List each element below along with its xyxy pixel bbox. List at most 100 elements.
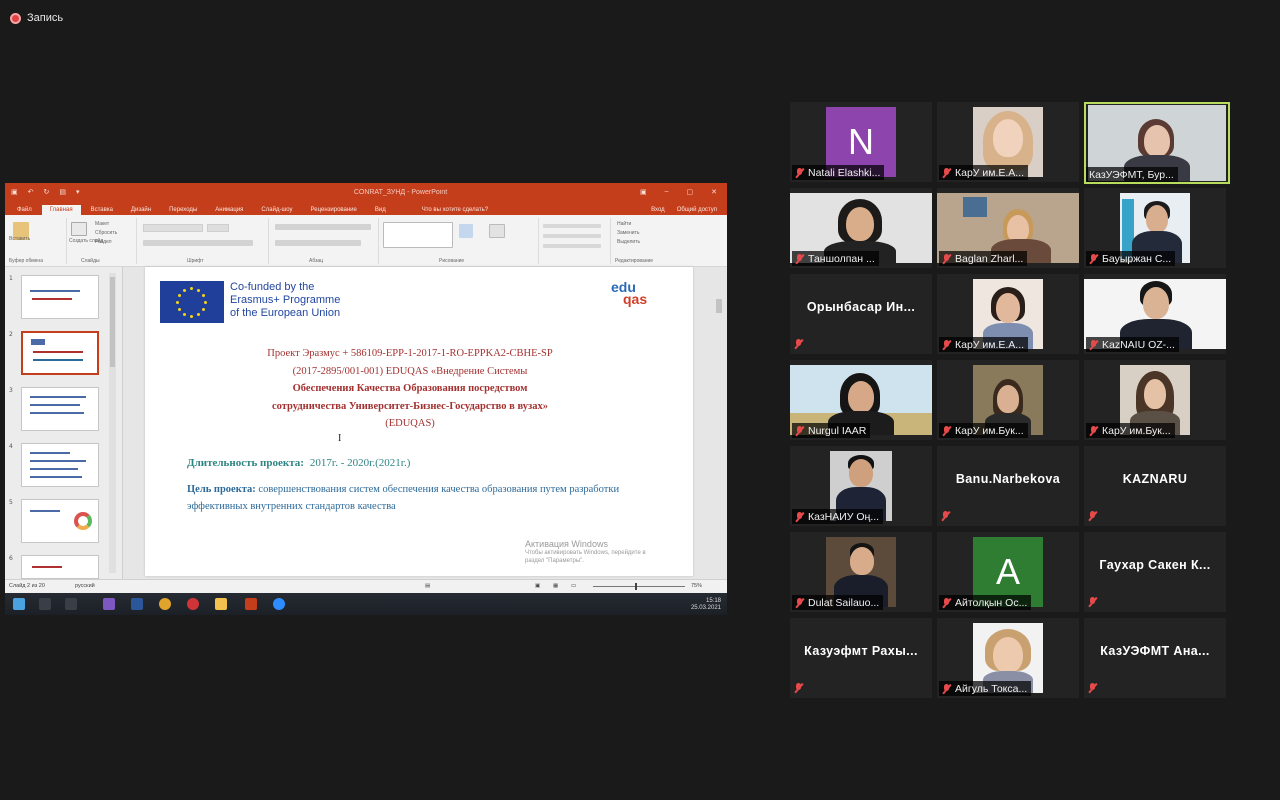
participant-tile[interactable]: N Natali Elashki... bbox=[790, 102, 932, 182]
tab-insert[interactable]: Вставка bbox=[83, 205, 121, 215]
participant-tile-active-speaker[interactable]: КазУЭФМТ, Бур... bbox=[1084, 102, 1230, 184]
participant-tile[interactable]: Таншолпан ... bbox=[790, 188, 932, 268]
font-format-buttons[interactable] bbox=[143, 240, 253, 246]
folder-icon[interactable] bbox=[215, 598, 227, 610]
tab-file[interactable]: Файл bbox=[9, 205, 40, 215]
participant-name: Dulat Sailauo... bbox=[808, 596, 880, 609]
participant-tile[interactable]: KAZNARU bbox=[1084, 446, 1226, 526]
participant-tile[interactable]: КазНАИУ Оң... bbox=[790, 446, 932, 526]
tab-home[interactable]: Главная bbox=[41, 205, 81, 215]
ribbon-options-icon[interactable]: ▣ bbox=[640, 188, 647, 196]
powerpoint-icon[interactable] bbox=[245, 598, 257, 610]
shapes-gallery[interactable] bbox=[383, 222, 453, 248]
align-buttons[interactable] bbox=[275, 240, 361, 246]
search-icon[interactable] bbox=[39, 598, 51, 610]
slide-thumb-2[interactable] bbox=[21, 331, 99, 375]
clock-time: 15:18 bbox=[705, 598, 721, 604]
project-duration: Длительность проекта: 2017г. - 2020г.(202… bbox=[187, 457, 410, 469]
slide-thumb-3[interactable] bbox=[21, 387, 99, 431]
windows-start-icon[interactable] bbox=[13, 598, 25, 610]
tell-me-search[interactable]: Что вы хотите сделать? bbox=[416, 205, 494, 215]
participant-tile[interactable]: Baglan Zharl... bbox=[937, 188, 1079, 268]
current-slide[interactable]: Co-funded by the Erasmus+ Programme of t… bbox=[145, 267, 693, 576]
mic-muted-icon bbox=[795, 597, 804, 608]
mic-muted-icon bbox=[942, 339, 951, 350]
app-icon[interactable] bbox=[103, 598, 115, 610]
windows-activation-watermark: Активация Windows Чтобы активировать Win… bbox=[525, 539, 646, 565]
zoom-app-icon[interactable] bbox=[273, 598, 285, 610]
tab-review[interactable]: Рецензирование bbox=[303, 205, 365, 215]
redo-icon[interactable]: ↻ bbox=[44, 188, 50, 196]
undo-icon[interactable]: ↶ bbox=[28, 188, 34, 196]
quick-styles-icon[interactable] bbox=[489, 224, 505, 238]
reading-view-icon[interactable]: ▭ bbox=[571, 583, 576, 589]
participant-name: Айтолқын Ос... bbox=[955, 596, 1028, 609]
font-family-select[interactable] bbox=[143, 224, 203, 232]
word-icon[interactable] bbox=[131, 598, 143, 610]
list-buttons[interactable] bbox=[275, 224, 371, 230]
tab-animations[interactable]: Анимация bbox=[207, 205, 251, 215]
participant-tile[interactable]: КарУ им.Е.А... bbox=[937, 102, 1079, 182]
section-label[interactable]: Раздел bbox=[95, 239, 112, 245]
minimize-icon[interactable]: – bbox=[665, 188, 669, 196]
zoom-slider[interactable] bbox=[593, 583, 685, 590]
recording-indicator[interactable]: Запись bbox=[10, 10, 63, 26]
system-clock[interactable]: 15:18 25.03.2021 bbox=[691, 598, 721, 612]
normal-view-icon[interactable]: ▣ bbox=[535, 583, 540, 589]
project-line-4: сотрудничества Университет-Бизнес-Госуда… bbox=[272, 400, 548, 412]
cofunded-line-2: Erasmus+ Programme bbox=[230, 294, 341, 306]
present-icon[interactable]: ▤ bbox=[59, 188, 66, 196]
participant-tile[interactable]: Nurgul IAAR bbox=[790, 360, 932, 440]
zoom-level[interactable]: 75% bbox=[691, 583, 702, 589]
cofunded-line-3: of the European Union bbox=[230, 307, 341, 319]
participant-tile[interactable]: КазУЭФМТ Ана... bbox=[1084, 618, 1226, 698]
sign-in-link[interactable]: Вход bbox=[651, 207, 665, 213]
participant-tile[interactable]: Banu.Narbekova bbox=[937, 446, 1079, 526]
maximize-icon[interactable]: ▢ bbox=[687, 188, 694, 196]
tab-slideshow[interactable]: Слайд-шоу bbox=[253, 205, 300, 215]
mic-muted-icon bbox=[1089, 253, 1098, 264]
font-size-select[interactable] bbox=[207, 224, 229, 232]
participant-tile[interactable]: Гаухар Сакен К... bbox=[1084, 532, 1226, 612]
thumb-number: 6 bbox=[9, 555, 13, 562]
slide-scrollbar[interactable] bbox=[715, 269, 723, 569]
save-icon[interactable]: ▣ bbox=[11, 188, 18, 196]
slide-thumb-1[interactable] bbox=[21, 275, 99, 319]
participant-tile[interactable]: КарУ им.Е.А... bbox=[937, 274, 1079, 354]
task-view-icon[interactable] bbox=[65, 598, 77, 610]
participant-tile[interactable]: KazNAIU OZ-... bbox=[1084, 274, 1226, 354]
new-slide-icon[interactable] bbox=[71, 222, 87, 236]
slide-thumb-6[interactable] bbox=[21, 555, 99, 579]
logo-qas: qas bbox=[623, 291, 648, 307]
close-icon[interactable]: ✕ bbox=[711, 188, 717, 196]
participant-tile[interactable]: Айгуль Токса... bbox=[937, 618, 1079, 698]
opera-icon[interactable] bbox=[187, 598, 199, 610]
tab-view[interactable]: Вид bbox=[367, 205, 394, 215]
participant-tile[interactable]: A Айтолқын Ос... bbox=[937, 532, 1079, 612]
participant-tile[interactable]: КарУ им.Бук... bbox=[1084, 360, 1226, 440]
participant-tile[interactable]: Dulat Sailauo... bbox=[790, 532, 932, 612]
eduqas-logo: edu qas bbox=[611, 280, 648, 307]
tab-transitions[interactable]: Переходы bbox=[161, 205, 205, 215]
share-button[interactable]: Общий доступ bbox=[677, 207, 717, 213]
thumbnail-scrollbar[interactable] bbox=[109, 273, 116, 573]
select-button[interactable]: Выделить bbox=[617, 239, 640, 245]
customize-icon[interactable]: ▾ bbox=[76, 188, 80, 196]
tab-design[interactable]: Дизайн bbox=[123, 205, 159, 215]
chrome-icon[interactable] bbox=[159, 598, 171, 610]
slide-thumb-5[interactable] bbox=[21, 499, 99, 543]
language-indicator[interactable]: русский bbox=[75, 583, 95, 589]
reset-label[interactable]: Сбросить bbox=[95, 230, 117, 236]
thumb-number: 5 bbox=[9, 499, 13, 506]
slide-thumb-4[interactable] bbox=[21, 443, 99, 487]
participant-tile[interactable]: Бауыржан С... bbox=[1084, 188, 1226, 268]
replace-button[interactable]: Заменить bbox=[617, 230, 639, 236]
sorter-view-icon[interactable]: ▦ bbox=[553, 583, 558, 589]
notes-button[interactable]: ▤ bbox=[425, 583, 430, 589]
participant-tile[interactable]: Казуэфмт Рахы... bbox=[790, 618, 932, 698]
participant-tile[interactable]: КарУ им.Бук... bbox=[937, 360, 1079, 440]
layout-label[interactable]: Макет bbox=[95, 221, 109, 227]
participant-tile[interactable]: Орынбасар Ин... bbox=[790, 274, 932, 354]
arrange-icon[interactable] bbox=[459, 224, 473, 238]
find-button[interactable]: Найти bbox=[617, 221, 631, 227]
